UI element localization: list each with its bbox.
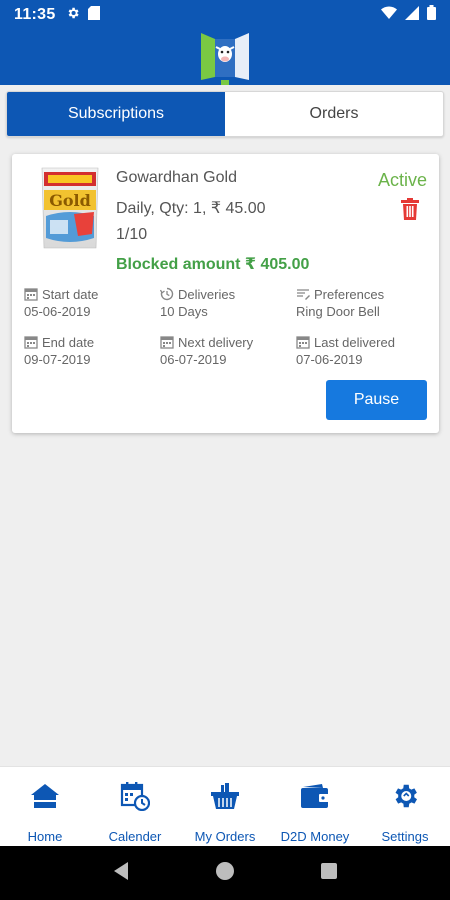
gear-icon <box>66 6 80 25</box>
tab-orders[interactable]: Orders <box>225 92 443 136</box>
frequency-qty-price: Daily, Qty: 1, ₹ 45.00 <box>116 200 266 217</box>
start-date-info: Start date 05-06-2019 <box>24 285 99 320</box>
last-delivered-label: Last delivered <box>314 334 395 350</box>
basket-icon <box>208 779 242 813</box>
battery-icon <box>427 5 436 25</box>
delete-icon[interactable] <box>401 198 419 220</box>
end-date-info: End date 09-07-2019 <box>24 333 95 368</box>
product-image: Gold <box>34 166 106 250</box>
next-delivery-label: Next delivery <box>178 334 254 350</box>
pause-button[interactable]: Pause <box>326 380 427 420</box>
tab-bar: Subscriptions Orders <box>6 91 444 137</box>
calendar-icon <box>296 335 310 349</box>
app-logo <box>199 30 251 90</box>
nav-my-orders-label: My Orders <box>194 829 256 844</box>
deliveries-value: 10 Days <box>160 304 208 319</box>
calendar-icon <box>24 287 38 301</box>
nav-settings-label: Settings <box>381 829 429 844</box>
sd-card-icon <box>87 5 100 25</box>
tab-subscriptions[interactable]: Subscriptions <box>7 92 225 136</box>
svg-text:Gold: Gold <box>49 191 91 210</box>
bottom-nav: Home Calender My Orders D2D Money Settin… <box>0 766 450 846</box>
preferences-value: Ring Door Bell <box>296 304 380 319</box>
calendar-clock-icon <box>118 779 152 813</box>
deliveries-info: Deliveries 10 Days <box>159 285 236 319</box>
home-circle-icon[interactable] <box>215 861 235 886</box>
deliveries-label: Deliveries <box>178 286 236 302</box>
settings-icon <box>388 779 422 813</box>
status-badge: Active <box>377 170 427 190</box>
nav-calender[interactable]: Calender <box>90 767 180 846</box>
system-nav-bar <box>0 846 450 900</box>
last-delivered-info: Last delivered 07-06-2019 <box>296 333 395 368</box>
blocked-amount: Blocked amount ₹ 405.00 <box>116 256 310 273</box>
status-bar: 11:35 <box>0 0 450 30</box>
next-delivery-value: 06-07-2019 <box>160 352 227 367</box>
subscription-card[interactable]: Gold Gowardhan Gold Daily, Qty: 1, ₹ 45.… <box>12 154 439 433</box>
recents-icon[interactable] <box>320 862 338 885</box>
nav-settings[interactable]: Settings <box>360 767 450 846</box>
status-time: 11:35 <box>14 6 56 23</box>
nav-d2d-money-label: D2D Money <box>280 829 350 844</box>
last-delivered-value: 07-06-2019 <box>296 352 363 367</box>
nav-home[interactable]: Home <box>0 767 90 846</box>
product-name: Gowardhan Gold <box>116 169 237 186</box>
nav-calender-label: Calender <box>108 829 162 844</box>
delivery-progress: 1/10 <box>116 226 148 243</box>
wallet-icon <box>298 779 332 813</box>
start-date-value: 05-06-2019 <box>24 304 91 319</box>
nav-home-label: Home <box>27 829 63 844</box>
wifi-icon <box>381 6 397 24</box>
end-date-value: 09-07-2019 <box>24 352 91 367</box>
calendar-icon <box>160 335 174 349</box>
start-date-label: Start date <box>42 286 99 302</box>
signal-icon <box>405 5 419 25</box>
nav-d2d-money[interactable]: D2D Money <box>270 767 360 846</box>
home-icon <box>28 779 62 813</box>
back-icon[interactable] <box>112 861 130 886</box>
notes-icon <box>296 287 310 301</box>
app-bar <box>0 30 450 85</box>
next-delivery-info: Next delivery 06-07-2019 <box>160 333 254 368</box>
end-date-label: End date <box>42 334 95 350</box>
nav-my-orders[interactable]: My Orders <box>180 767 270 846</box>
history-icon <box>159 287 174 301</box>
preferences-label: Preferences <box>314 286 385 302</box>
preferences-info: Preferences Ring Door Bell <box>296 285 385 320</box>
calendar-icon <box>24 335 38 349</box>
